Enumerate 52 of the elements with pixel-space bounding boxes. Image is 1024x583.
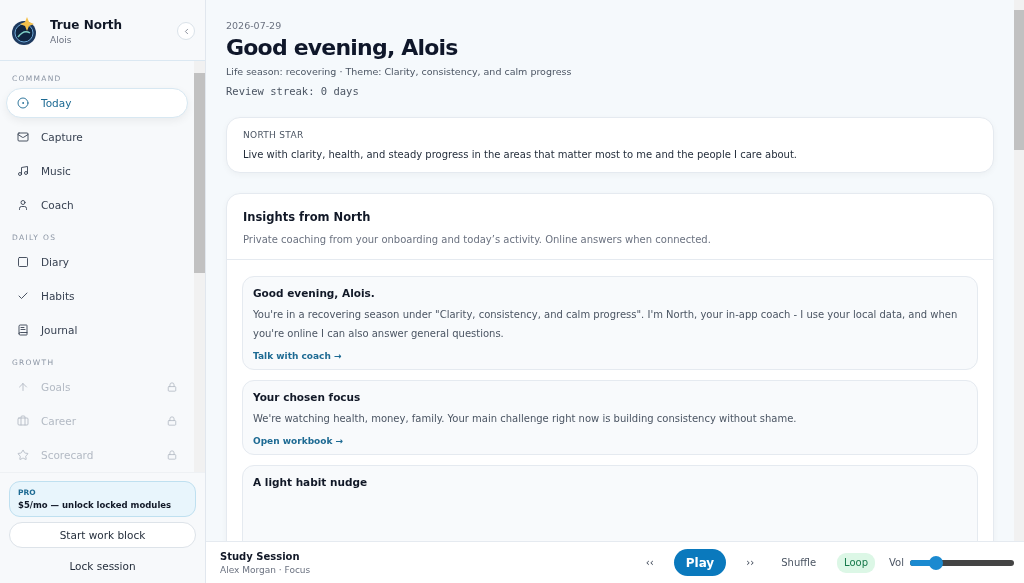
nav-item[interactable]: Music [6, 156, 188, 186]
track-title: Study Session [220, 550, 301, 562]
north-star-text: Live with clarity, health, and steady progress in the areas that matter most to me and the people I care about. [243, 149, 799, 160]
nav-item[interactable]: Coach [6, 190, 188, 220]
scrollbar[interactable] [1014, 0, 1024, 541]
target-icon [17, 97, 29, 109]
collapse-button[interactable] [177, 22, 195, 40]
date: 2026-07-29 [226, 20, 283, 31]
nav-item[interactable]: Diary [6, 247, 188, 277]
user-name: Alois [50, 34, 73, 45]
insight-text: We're watching health, money, family. Your main challenge right now is building consistency without shame. [253, 412, 798, 426]
journal-icon [17, 324, 29, 336]
user-icon [17, 199, 29, 211]
arrow-up-icon [17, 381, 29, 393]
loop-button[interactable]: Loop [837, 552, 876, 573]
volume-label: Vol [889, 557, 904, 568]
nav-item[interactable]: Capture [6, 122, 188, 152]
insight-title: Good evening, Alois. [253, 287, 376, 299]
scrollbar[interactable] [194, 61, 205, 472]
review-streak: Review streak: 0 days [226, 85, 360, 97]
insight-link[interactable]: Talk with coach → [253, 351, 342, 361]
volume-thumb[interactable] [929, 555, 943, 570]
season-subtitle: Life season: recovering · Theme: Clarity, consistency, and calm progress [226, 66, 573, 77]
work-block-button[interactable]: Start work block [9, 522, 196, 548]
book-icon [17, 256, 29, 268]
nav-item[interactable]: Today [6, 88, 188, 118]
lock-icon [167, 382, 177, 392]
greeting-title: Good evening, Alois [226, 35, 459, 60]
north-star-label: NORTH STAR [243, 130, 305, 140]
next-button[interactable]: ›› [740, 557, 761, 568]
previous-button[interactable]: ‹‹ [639, 557, 660, 568]
insight-title: Your chosen focus [253, 391, 362, 403]
insight-title: A light habit nudge [253, 476, 369, 488]
nav-item[interactable]: Habits [6, 281, 188, 311]
lock-session-button[interactable]: Lock session [9, 553, 196, 579]
insights-subtitle: Private coaching from your onboarding and today’s activity. Online answers when connected. [243, 234, 712, 245]
briefcase-icon [17, 415, 29, 427]
star-icon [17, 449, 29, 461]
track-artist: Alex Morgan · Focus [220, 564, 312, 575]
play-button[interactable]: Play [673, 549, 727, 576]
app-name: True North [50, 17, 124, 32]
insights-title: Insights from North [243, 210, 372, 224]
lock-icon [167, 416, 177, 426]
lock-icon [167, 450, 177, 460]
insight-text: You're in a recovering season under "Clarity, consistency, and calm progress". I'm North, your in-app coach - I use your local data, and when you're online I can also answer general questions. [253, 308, 959, 341]
nav-item[interactable]: Journal [6, 315, 188, 345]
shuffle-button[interactable]: Shuffle [774, 552, 824, 573]
music-note-icon [17, 165, 29, 177]
insight-link[interactable]: Open workbook → [253, 436, 344, 446]
check-icon [17, 290, 29, 302]
mail-icon [17, 131, 29, 143]
pro-text: $5/mo — unlock locked modules [18, 500, 173, 510]
